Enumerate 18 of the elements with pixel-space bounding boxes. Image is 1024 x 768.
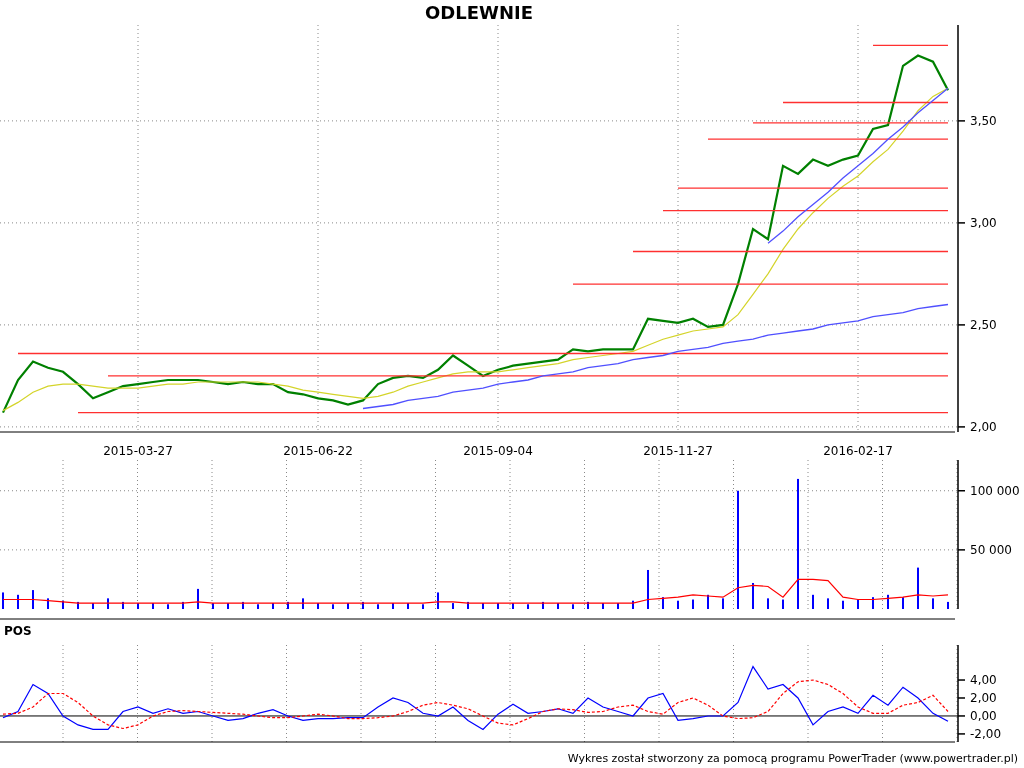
y-tick-label: 4,00	[970, 673, 997, 688]
x-tick-label: 2015-06-22	[283, 444, 353, 458]
x-tick-label: 2015-11-27	[643, 444, 713, 458]
x-tick-label: 2016-02-17	[823, 444, 893, 458]
x-tick-label: 2015-09-04	[463, 444, 533, 458]
y-tick-label: -2,00	[970, 726, 1002, 741]
y-tick-label: 100 000	[970, 483, 1020, 498]
y-tick-label: 50 000	[970, 542, 1012, 557]
y-tick-label: 2,00	[970, 419, 997, 434]
chart-title: ODLEWNIE	[425, 2, 533, 23]
panel-label: POS	[4, 624, 32, 638]
y-tick-label: 0,00	[970, 708, 997, 723]
y-tick-label: 3,50	[970, 113, 997, 128]
y-tick-label: 2,50	[970, 317, 997, 332]
y-tick-label: 3,00	[970, 215, 997, 230]
footer-credit: Wykres został stworzony za pomocą programu PowerTrader (www.powertrader.pl)	[567, 751, 1018, 765]
x-tick-label: 2015-03-27	[103, 444, 173, 458]
y-tick-label: 2,00	[970, 691, 997, 705]
